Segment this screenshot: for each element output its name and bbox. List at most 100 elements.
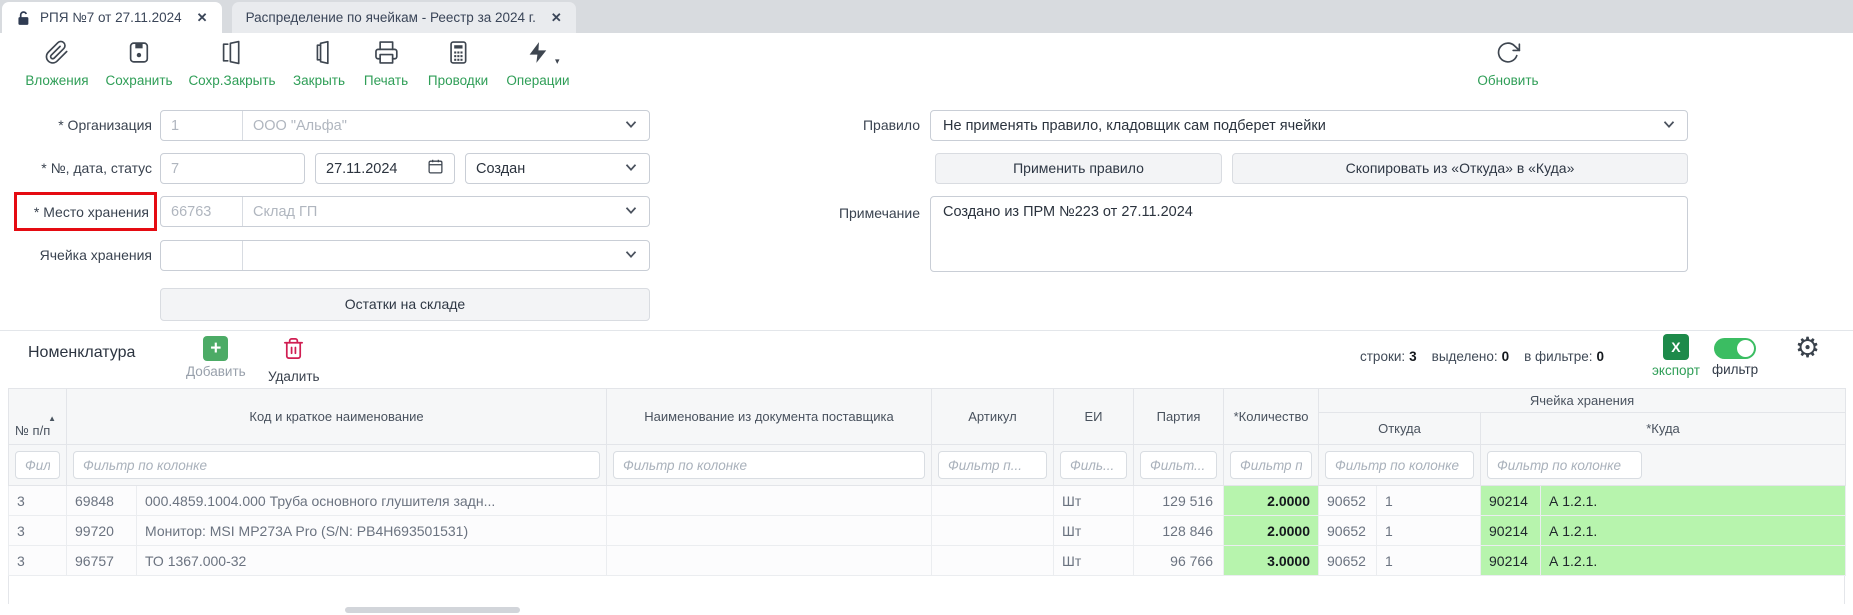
cell-article[interactable]: [932, 516, 1054, 546]
warehouse-code[interactable]: 66763: [161, 197, 243, 226]
gear-icon[interactable]: ⚙: [1795, 334, 1820, 362]
cell-to-name[interactable]: А 1.2.1.: [1541, 486, 1846, 516]
org-label: * Организация: [0, 110, 152, 141]
org-field[interactable]: 1 ООО "Альфа": [160, 110, 650, 141]
cell-article[interactable]: [932, 486, 1054, 516]
cell-to-code[interactable]: 90214: [1481, 486, 1541, 516]
cell-unit[interactable]: Шт: [1054, 486, 1134, 516]
cell-field[interactable]: [160, 240, 650, 271]
cell-from-code[interactable]: 90652: [1319, 516, 1377, 546]
cell-code[interactable]: 96757: [67, 546, 137, 576]
cell-from-name[interactable]: 1: [1377, 546, 1481, 576]
filter-supplier-input[interactable]: [613, 451, 925, 479]
cell-to-name[interactable]: А 1.2.1.: [1541, 516, 1846, 546]
cell-batch[interactable]: 128 846: [1134, 516, 1224, 546]
column-header-unit[interactable]: ЕИ: [1054, 389, 1134, 445]
cell-code[interactable]: [161, 241, 243, 270]
operations-button[interactable]: ▾ Операции: [506, 40, 569, 88]
filter-qty-input[interactable]: [1230, 451, 1312, 479]
horizontal-scrollbar[interactable]: [345, 607, 520, 613]
calendar-icon[interactable]: [427, 158, 444, 179]
close-icon[interactable]: ✕: [197, 10, 208, 26]
cell-from-code[interactable]: 90652: [1319, 486, 1377, 516]
close-button[interactable]: Закрыть: [293, 40, 345, 88]
export-excel-button[interactable]: X экспорт: [1652, 334, 1700, 378]
cell-npp[interactable]: 3: [9, 546, 67, 576]
filter-npp-input[interactable]: [15, 451, 60, 479]
apply-rule-button[interactable]: Применить правило: [935, 153, 1222, 184]
cell-npp[interactable]: 3: [9, 486, 67, 516]
stock-remainders-button[interactable]: Остатки на складе: [160, 288, 650, 321]
cell-from-name[interactable]: 1: [1377, 486, 1481, 516]
doc-date: 27.11.2024: [326, 161, 398, 177]
cell-unit[interactable]: Шт: [1054, 546, 1134, 576]
add-row-button[interactable]: + Добавить: [186, 336, 246, 379]
cell-supplier[interactable]: [607, 486, 932, 516]
filter-to-input[interactable]: [1487, 451, 1642, 479]
column-header-qty[interactable]: *Количество: [1224, 389, 1319, 445]
cell-to-code[interactable]: 90214: [1481, 546, 1541, 576]
cell-from-code[interactable]: 90652: [1319, 546, 1377, 576]
cell-supplier[interactable]: [607, 546, 932, 576]
cell-name[interactable]: 000.4859.1004.000 Труба основного глушит…: [137, 486, 607, 516]
column-header-batch[interactable]: Партия: [1134, 389, 1224, 445]
doc-date-field[interactable]: 27.11.2024: [315, 153, 455, 184]
cell-code[interactable]: 69848: [67, 486, 137, 516]
copy-from-to-button[interactable]: Скопировать из «Откуда» в «Куда»: [1232, 153, 1688, 184]
warehouse-field[interactable]: 66763 Склад ГП: [160, 196, 650, 227]
filter-toggle[interactable]: фильтр: [1712, 338, 1758, 377]
cell-batch[interactable]: 129 516: [1134, 486, 1224, 516]
chevron-down-icon[interactable]: [622, 115, 640, 137]
chevron-down-icon[interactable]: [622, 245, 640, 267]
filter-batch-input[interactable]: [1140, 451, 1217, 479]
print-button[interactable]: Печать: [364, 40, 408, 88]
toggle-on-icon[interactable]: [1714, 338, 1756, 359]
doc-status-select[interactable]: Создан: [465, 153, 650, 184]
delete-row-button[interactable]: Удалить: [268, 336, 320, 384]
cell-article[interactable]: [932, 546, 1054, 576]
org-name[interactable]: ООО "Альфа": [243, 118, 622, 134]
filter-code-input[interactable]: [73, 451, 600, 479]
cell-name[interactable]: Монитор: MSI MP273A Pro (S/N: PB4H693501…: [137, 516, 607, 546]
cell-batch[interactable]: 96 766: [1134, 546, 1224, 576]
chevron-down-icon[interactable]: [622, 201, 640, 223]
rule-select[interactable]: Не применять правило, кладовщик сам подб…: [930, 110, 1688, 141]
cell-npp[interactable]: 3: [9, 516, 67, 546]
org-code[interactable]: 1: [161, 111, 243, 140]
column-header-supplier[interactable]: Наименование из документа поставщика: [607, 389, 932, 445]
cell-unit[interactable]: Шт: [1054, 516, 1134, 546]
tab-registry[interactable]: Распределение по ячейкам - Реестр за 202…: [232, 2, 576, 33]
save-close-button[interactable]: Сохр.Закрыть: [188, 40, 275, 88]
cell-qty[interactable]: 2.0000: [1224, 516, 1319, 546]
warehouse-name[interactable]: Склад ГП: [243, 204, 622, 220]
cell-qty[interactable]: 2.0000: [1224, 486, 1319, 516]
column-header-to[interactable]: *Куда: [1481, 413, 1846, 445]
filter-from-input[interactable]: [1325, 451, 1474, 479]
cell-supplier[interactable]: [607, 516, 932, 546]
tab-title: Распределение по ячейкам - Реестр за 202…: [246, 10, 536, 25]
save-button[interactable]: Сохранить: [105, 40, 172, 88]
tab-document[interactable]: РПЯ №7 от 27.11.2024 ✕: [2, 2, 222, 33]
refresh-button[interactable]: Обновить: [1477, 40, 1538, 88]
cell-code[interactable]: 99720: [67, 516, 137, 546]
filtered-count: в фильтре:0: [1524, 349, 1604, 364]
cell-name[interactable]: ТО 1367.000-32: [137, 546, 607, 576]
attachments-button[interactable]: Вложения: [25, 40, 88, 88]
filter-article-input[interactable]: [938, 451, 1047, 479]
postings-button[interactable]: Проводки: [428, 40, 488, 88]
column-header-article[interactable]: Артикул: [932, 389, 1054, 445]
cell-to-name[interactable]: А 1.2.1.: [1541, 546, 1846, 576]
excel-icon: X: [1663, 334, 1689, 360]
lightning-icon: ▾: [526, 40, 551, 70]
doc-number-field[interactable]: 7: [160, 153, 305, 184]
column-header-npp[interactable]: ▲ № п/п: [9, 389, 67, 445]
cell-to-code[interactable]: 90214: [1481, 516, 1541, 546]
column-header-from[interactable]: Откуда: [1319, 413, 1481, 445]
close-icon[interactable]: ✕: [551, 10, 562, 26]
cell-from-name[interactable]: 1: [1377, 516, 1481, 546]
column-header-code[interactable]: Код и краткое наименование: [67, 389, 607, 445]
note-input[interactable]: Создано из ПРМ №223 от 27.11.2024: [930, 196, 1688, 272]
save-close-icon: [220, 40, 245, 70]
filter-unit-input[interactable]: [1060, 451, 1127, 479]
cell-qty[interactable]: 3.0000: [1224, 546, 1319, 576]
